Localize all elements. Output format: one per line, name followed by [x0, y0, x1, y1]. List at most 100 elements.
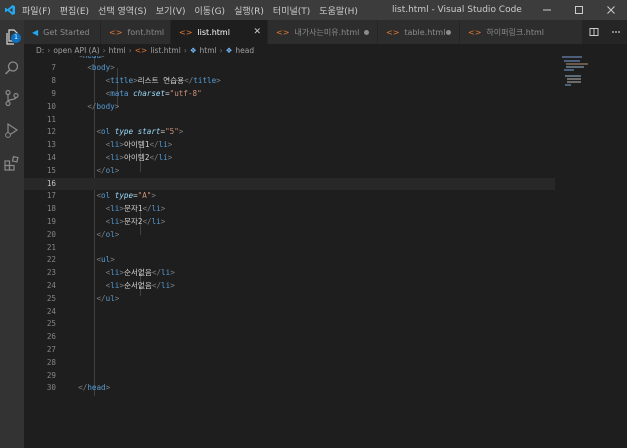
code-token: li [110, 216, 120, 226]
code-line[interactable]: 28 [24, 357, 555, 370]
code-line[interactable]: 13 <li>아이템1</li> [24, 139, 555, 152]
code-line[interactable]: 22 <ul> [24, 254, 555, 267]
code-line[interactable]: 21 [24, 242, 555, 255]
code-token: </ [149, 152, 159, 162]
line-number: 20 [46, 229, 56, 239]
code-line[interactable]: 24 <li>순서없음</li> [24, 280, 555, 293]
line-number: 9 [51, 88, 56, 98]
code-token: 문자2 [123, 216, 143, 226]
breadcrumb-file[interactable]: list.html [150, 46, 180, 55]
code-token: > [167, 140, 173, 150]
chevron-right-icon: › [183, 45, 187, 55]
code-token: </ [149, 140, 159, 150]
code-token: ol [105, 165, 115, 175]
vscode-logo-icon: ◀ [32, 27, 39, 37]
code-token: li [151, 204, 161, 214]
tab-get-started[interactable]: ◀ Get Started [24, 20, 101, 44]
minimap[interactable] [560, 56, 618, 448]
code-token: > [114, 293, 120, 303]
code-token: 리스트 연습용 [137, 76, 185, 86]
more-actions-icon[interactable] [611, 27, 621, 37]
code-token: li [158, 140, 168, 150]
code-line[interactable]: 18 <li>문자1</li> [24, 203, 555, 216]
menu-help[interactable]: 도움말(H) [319, 4, 358, 17]
code-token: 아이템2 [123, 152, 150, 162]
line-number: 17 [46, 191, 56, 201]
code-line[interactable]: 24 [24, 306, 555, 319]
menu-selection[interactable]: 선택 영역(S) [98, 4, 147, 17]
code-line[interactable]: 7 <body> [24, 62, 555, 75]
close-window-button[interactable] [595, 0, 627, 20]
chevron-right-icon: › [128, 45, 132, 55]
menu-go[interactable]: 이동(G) [195, 4, 226, 17]
run-debug-icon[interactable] [3, 121, 21, 139]
code-line[interactable]: 19 <li>문자2</li> [24, 216, 555, 229]
code-line[interactable]: 20 </ol> [24, 229, 555, 242]
code-line[interactable]: 26 [24, 331, 555, 344]
code-token: title [110, 76, 134, 86]
breadcrumb: D: › open API (A) › html › <> list.html … [24, 44, 627, 56]
code-token: </ [96, 293, 106, 303]
search-icon[interactable] [3, 59, 21, 77]
split-editor-icon[interactable] [589, 27, 599, 37]
menu-file[interactable]: 파일(F) [22, 4, 51, 17]
code-token: li [151, 216, 161, 226]
breadcrumb-drive[interactable]: D: [36, 46, 44, 55]
source-control-icon[interactable] [3, 89, 21, 107]
tab-label: 내가사는미유.html [294, 27, 360, 37]
title-bar: 파일(F) 편집(E) 선택 영역(S) 보기(V) 이동(G) 실행(R) 터… [0, 0, 627, 20]
tab-hyperlink-html[interactable]: <> 하이퍼링크.html [460, 20, 583, 44]
code-line[interactable]: 12 <ol type start="5"> [24, 126, 555, 139]
tab-table-html[interactable]: <> table.html [378, 20, 460, 44]
html-icon: <> [134, 45, 148, 55]
line-number: 10 [46, 101, 56, 111]
line-number: 25 [46, 293, 56, 303]
tab-list-html[interactable]: <> list.html ✕ [171, 20, 268, 44]
code-token: li [161, 280, 171, 290]
code-line[interactable]: 8 <title>리스트 연습용</title> [24, 75, 555, 88]
code-line[interactable]: 11 [24, 114, 555, 127]
close-icon [607, 6, 615, 14]
menu-terminal[interactable]: 터미널(T) [273, 4, 310, 17]
code-line[interactable]: 29 [24, 370, 555, 383]
line-number: 24 [46, 306, 56, 316]
code-text: <ul> [96, 254, 114, 267]
code-line[interactable]: 15 </ol> [24, 165, 555, 178]
code-line[interactable]: 27 [24, 344, 555, 357]
tab-label: 하이퍼링크.html [486, 27, 544, 37]
tab-font-html[interactable]: <> font.html [101, 20, 171, 44]
code-line[interactable]: 14 <li>아이템2</li> [24, 152, 555, 165]
breadcrumb-folder[interactable]: open API (A) [53, 46, 99, 55]
code-token: li [110, 152, 120, 162]
menu-view[interactable]: 보기(V) [156, 4, 186, 17]
code-editor[interactable]: <head>7<body>8<title>리스트 연습용</title>9<ma… [24, 56, 627, 448]
breadcrumb-html-element[interactable]: html [200, 46, 217, 55]
code-text: <body> [87, 62, 114, 75]
code-line[interactable]: 16 [24, 177, 555, 191]
code-token: </ [151, 268, 162, 278]
code-line[interactable]: 9 <mata charset="utf-8" [24, 88, 555, 101]
code-line[interactable]: 23 <li>순서없음</li> [24, 267, 555, 280]
code-line[interactable]: 25 </ul> [24, 293, 555, 306]
vertical-scrollbar[interactable] [618, 56, 627, 448]
menu-edit[interactable]: 편집(E) [60, 4, 89, 17]
extensions-icon[interactable] [3, 154, 21, 172]
line-number: 30 [46, 383, 56, 393]
code-token: charset [133, 88, 166, 98]
close-tab-icon[interactable]: ✕ [253, 20, 261, 44]
code-token: ul [101, 255, 111, 265]
breadcrumb-head-element[interactable]: head [235, 46, 254, 55]
code-line[interactable]: 30 </head> [24, 382, 555, 395]
minimize-button[interactable] [531, 0, 563, 20]
code-line[interactable]: 10 </body> [24, 101, 555, 114]
menu-run[interactable]: 실행(R) [234, 4, 264, 17]
breadcrumb-folder-html[interactable]: html [109, 46, 126, 55]
code-line[interactable]: 17 <ol type="A"> [24, 190, 555, 203]
code-token: > [170, 280, 175, 290]
chevron-right-icon: › [219, 45, 223, 55]
code-line[interactable]: 25 [24, 318, 555, 331]
tab-naegasaneun-html[interactable]: <> 내가사는미유.html [268, 20, 378, 44]
maximize-button[interactable] [563, 0, 595, 20]
explorer-badge: 1 [11, 33, 21, 43]
code-token: 아이템1 [123, 140, 150, 150]
